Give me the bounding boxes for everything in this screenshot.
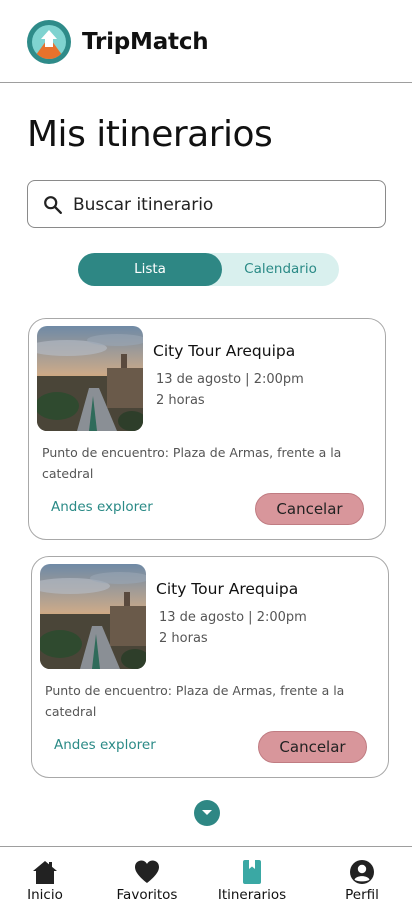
nav-item-perfil[interactable]: Perfil: [320, 847, 404, 917]
company-link[interactable]: Andes explorer: [54, 737, 156, 753]
toggle-calendar[interactable]: Calendario: [222, 253, 339, 286]
nav-item-inicio[interactable]: Inicio: [0, 847, 90, 917]
app-header: TripMatch: [0, 0, 412, 83]
cancel-button[interactable]: Cancelar: [258, 731, 367, 763]
itinerary-meeting-point: Punto de encuentro: Plaza de Armas, fren…: [45, 683, 345, 719]
home-icon: [33, 861, 57, 884]
itinerary-card[interactable]: City Tour Arequipa 13 de agosto | 2:00pm…: [31, 556, 389, 778]
itinerary-title: City Tour Arequipa: [156, 580, 299, 598]
nav-label: Favoritos: [116, 887, 178, 903]
nav-label: Itinerarios: [217, 887, 287, 903]
itinerary-duration: 2 horas: [159, 631, 208, 646]
itinerary-duration: 2 horas: [156, 393, 205, 408]
itinerary-date: 13 de agosto | 2:00pm: [159, 610, 307, 625]
person-icon: [350, 860, 374, 884]
search-box[interactable]: [27, 180, 386, 228]
itinerary-thumbnail: [37, 326, 143, 431]
nav-item-itinerarios[interactable]: Itinerarios: [206, 847, 298, 917]
page-title: Mis itinerarios: [27, 114, 273, 155]
itinerary-meeting-point: Punto de encuentro: Plaza de Armas, fren…: [42, 445, 342, 481]
tripmatch-logo-icon: [27, 20, 71, 64]
itinerary-thumbnail: [40, 564, 146, 669]
company-link[interactable]: Andes explorer: [51, 499, 153, 515]
toggle-list[interactable]: Lista: [78, 253, 222, 286]
itinerary-title: City Tour Arequipa: [153, 342, 296, 360]
load-more-button[interactable]: [194, 800, 220, 826]
itinerary-date: 13 de agosto | 2:00pm: [156, 372, 304, 387]
view-toggle: Lista Calendario: [78, 253, 339, 286]
book-icon: [243, 860, 261, 884]
itinerary-card[interactable]: City Tour Arequipa 13 de agosto | 2:00pm…: [28, 318, 386, 540]
nav-item-favoritos[interactable]: Favoritos: [100, 847, 194, 917]
heart-icon: [135, 860, 159, 883]
search-icon: [44, 196, 62, 214]
bottom-navigation: Inicio Favoritos Itinerarios Perfil: [0, 846, 412, 917]
nav-label: Inicio: [27, 887, 63, 903]
nav-label: Perfil: [345, 887, 379, 903]
chevron-down-icon: [202, 810, 212, 815]
search-input[interactable]: [73, 190, 373, 220]
cancel-button[interactable]: Cancelar: [255, 493, 364, 525]
app-title: TripMatch: [82, 29, 209, 55]
